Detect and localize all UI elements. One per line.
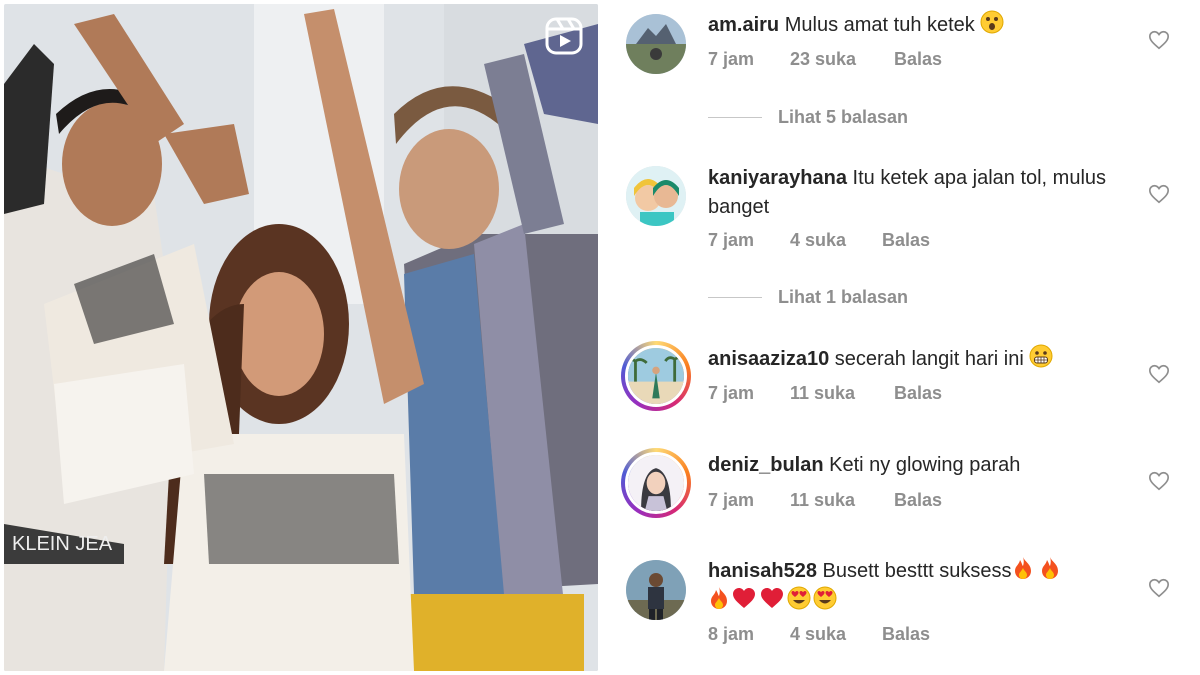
reply-button[interactable]: Balas xyxy=(894,49,942,70)
comment-text: secerah langit hari ini xyxy=(834,348,1024,370)
avatar[interactable] xyxy=(626,166,686,226)
fire-icon xyxy=(1014,557,1031,579)
grimacing-face-icon xyxy=(1029,344,1053,368)
replies-divider xyxy=(708,297,762,298)
comment-time: 7 jam xyxy=(708,230,755,250)
video-frame-image: KLEIN JEA xyxy=(4,4,598,671)
comment-time: 8 jam xyxy=(708,624,755,644)
story-ring-avatar[interactable] xyxy=(621,448,691,518)
comments-panel: am.airu Mulus amat tuh ketek 7 jam 23 su… xyxy=(600,0,1200,675)
view-replies-label: Lihat 5 balasan xyxy=(778,107,909,127)
comment-username[interactable]: anisaaziza10 xyxy=(708,348,829,370)
avatar[interactable] xyxy=(626,560,686,620)
astonished-face-icon xyxy=(980,10,1004,34)
comment-text: Keti ny glowing parah xyxy=(829,454,1021,476)
comment-time: 7 jam xyxy=(708,383,755,403)
heart-outline-icon[interactable] xyxy=(1148,29,1170,51)
heart-outline-icon[interactable] xyxy=(1148,470,1170,492)
comment-likes[interactable]: 23 suka xyxy=(790,49,894,70)
reply-button[interactable]: Balas xyxy=(882,624,930,645)
comment-likes[interactable]: 4 suka xyxy=(790,230,882,251)
reply-button[interactable]: Balas xyxy=(894,383,942,404)
heart-outline-icon[interactable] xyxy=(1148,577,1170,599)
comment-likes[interactable]: 11 suka xyxy=(790,383,894,404)
red-heart-icon xyxy=(761,588,783,608)
heart-outline-icon[interactable] xyxy=(1148,183,1170,205)
fire-icon xyxy=(711,587,727,609)
comment-username[interactable]: hanisah528 xyxy=(708,560,817,582)
comment-time: 7 jam xyxy=(708,49,755,69)
view-replies-label: Lihat 1 balasan xyxy=(778,287,909,307)
replies-divider xyxy=(708,117,762,118)
fire-icon xyxy=(1042,557,1059,579)
reel-video[interactable]: KLEIN JEA xyxy=(4,4,598,671)
comment-username[interactable]: kaniyarayhana xyxy=(708,167,847,189)
svg-text:KLEIN JEA: KLEIN JEA xyxy=(12,533,113,555)
reply-button[interactable]: Balas xyxy=(882,230,930,251)
view-replies-button[interactable]: Lihat 5 balasan xyxy=(708,107,908,128)
comment-text: Busett besttt suksess xyxy=(822,560,1012,582)
red-heart-icon xyxy=(733,588,755,608)
comment-likes[interactable]: 11 suka xyxy=(790,490,894,511)
reply-button[interactable]: Balas xyxy=(894,490,942,511)
view-replies-button[interactable]: Lihat 1 balasan xyxy=(708,287,908,308)
comment-text: Mulus amat tuh ketek xyxy=(784,14,975,36)
heart-eyes-face-icon xyxy=(787,586,811,610)
reels-icon[interactable] xyxy=(544,16,584,56)
comment-username[interactable]: am.airu xyxy=(708,14,779,36)
comment-time: 7 jam xyxy=(708,490,755,510)
avatar[interactable] xyxy=(626,14,686,74)
heart-eyes-face-icon xyxy=(813,586,837,610)
comment-likes[interactable]: 4 suka xyxy=(790,624,882,645)
story-ring-avatar[interactable] xyxy=(621,341,691,411)
comment-username[interactable]: deniz_bulan xyxy=(708,454,824,476)
heart-outline-icon[interactable] xyxy=(1148,363,1170,385)
